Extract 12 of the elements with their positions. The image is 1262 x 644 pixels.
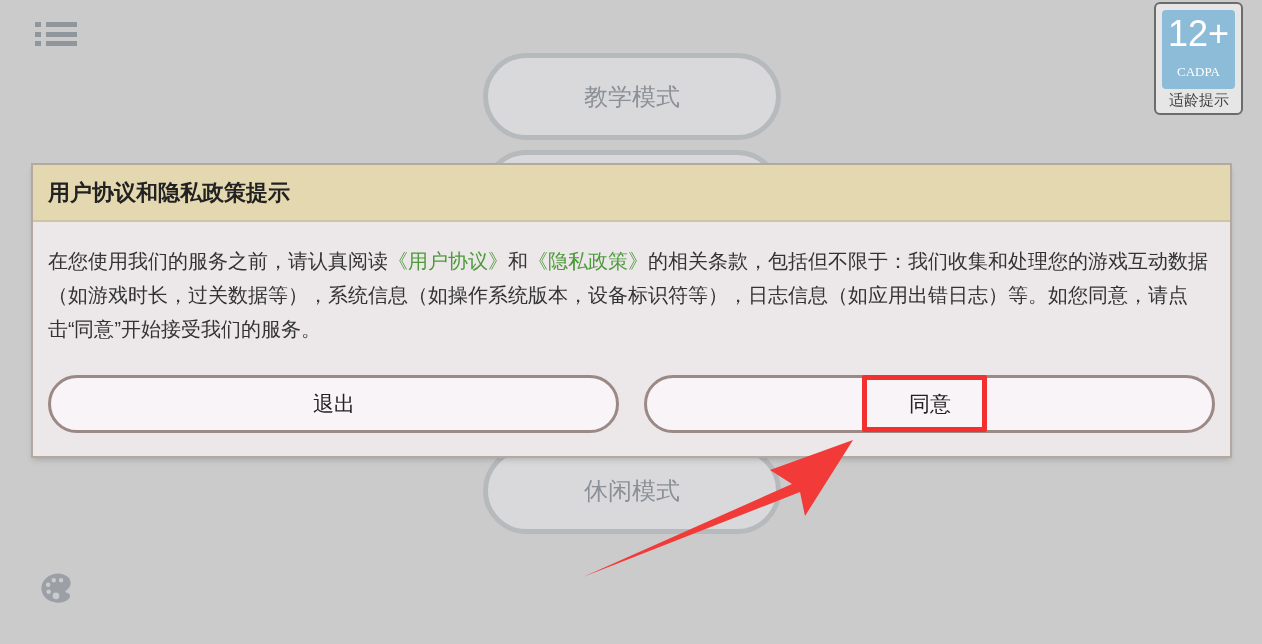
badge-caption: 适龄提示 bbox=[1168, 92, 1229, 107]
dialog-title: 用户协议和隐私政策提示 bbox=[48, 179, 290, 207]
menu-icon[interactable] bbox=[35, 22, 77, 46]
dialog-button[interactable]: 退出 bbox=[48, 375, 619, 433]
palette-icon[interactable] bbox=[38, 570, 74, 606]
dialog-message: 在您使用我们的服务之前，请认真阅读《用户协议》和《隐私政策》的相关条款，包括但不限于：我们收集和处理您的游戏互动数据（如游戏时长，过关数据等），系统信息（如操作系统版本，设备标识符等），日志信息（如应用出错日志）等。如您同意，请点击“同意”开始接受我们的服务。 bbox=[48, 249, 1209, 342]
rating-organization: CADPA bbox=[1177, 63, 1220, 81]
mode-button[interactable]: 教学模式 bbox=[483, 53, 781, 140]
policy-link[interactable]: 《隐私政策》 bbox=[528, 250, 648, 272]
policy-link[interactable]: 《用户协议》 bbox=[388, 250, 508, 272]
age-rating: 12+ bbox=[1167, 16, 1230, 52]
dialog-button[interactable]: 同意 bbox=[644, 375, 1215, 433]
